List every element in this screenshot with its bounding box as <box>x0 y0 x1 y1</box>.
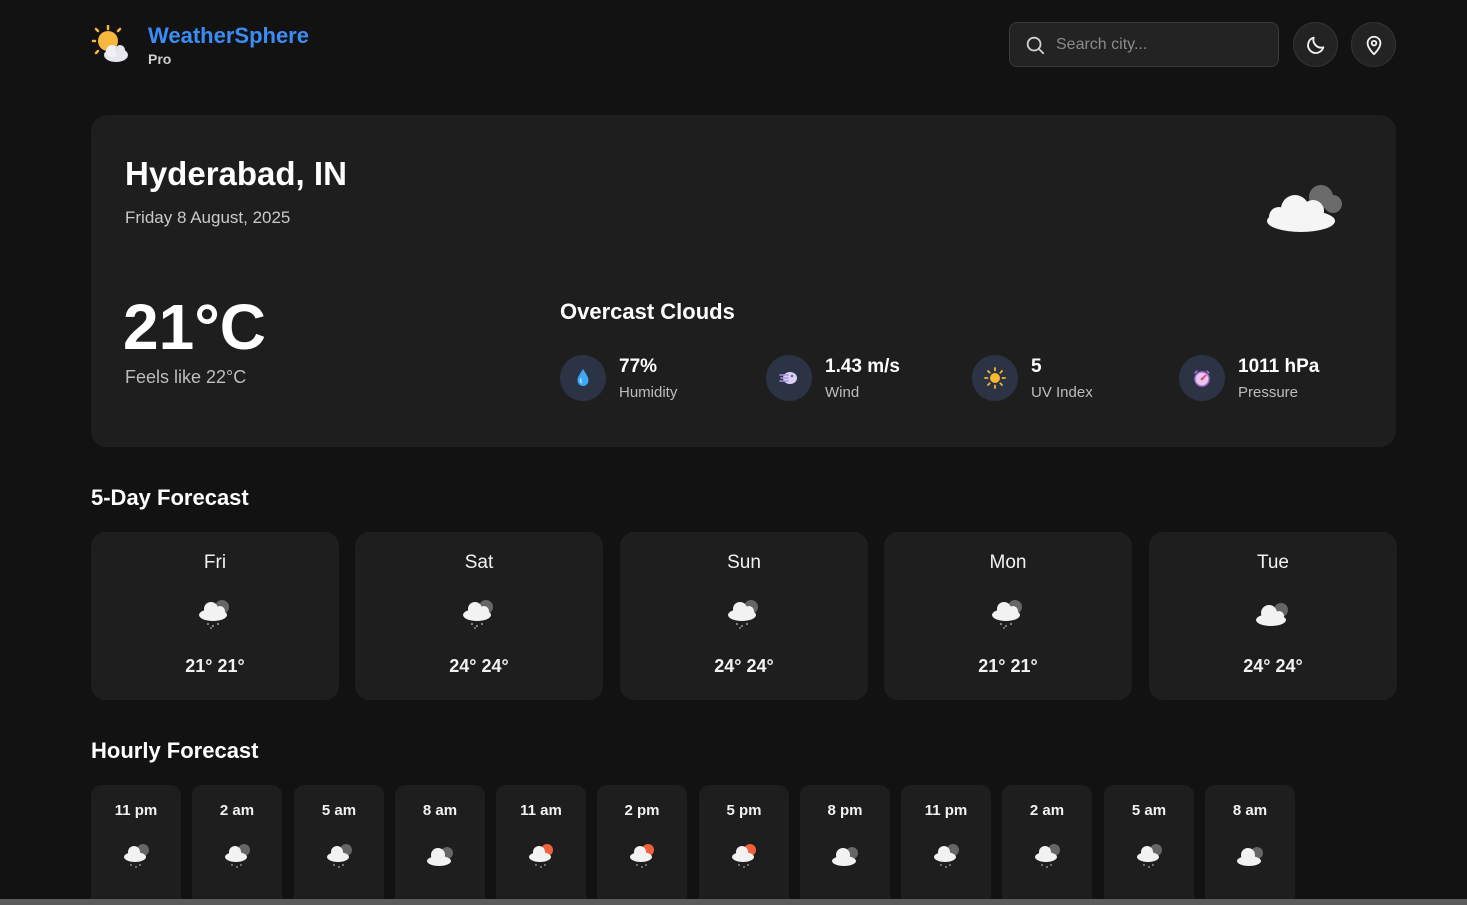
sun-icon <box>984 367 1006 389</box>
day-card[interactable]: Sun 24° 24° <box>620 532 868 700</box>
hour-card[interactable]: 8 am <box>1205 785 1295 905</box>
hour-card[interactable]: 5 pm <box>699 785 789 905</box>
humidity-label: Humidity <box>619 383 678 401</box>
day-temps: 24° 24° <box>449 656 509 676</box>
rain-cloud-icon <box>1137 844 1162 868</box>
sun-rain-cloud-icon <box>732 844 756 868</box>
rain-cloud-icon <box>463 600 493 629</box>
weather-app: WeatherSphere Pro Hyderabad, IN Friday 8… <box>0 0 1467 905</box>
app-name: WeatherSphere <box>148 23 309 48</box>
weather-condition: Overcast Clouds <box>560 299 735 324</box>
hour-card[interactable]: 11 pm <box>91 785 181 905</box>
wind-label: Wind <box>825 383 860 401</box>
rain-cloud-icon <box>327 844 352 868</box>
hour-card[interactable]: 8 am <box>395 785 485 905</box>
hour-card[interactable]: 11 am <box>496 785 586 905</box>
search-input[interactable] <box>1056 35 1256 54</box>
day-card[interactable]: Sat 24° 24° <box>355 532 603 700</box>
hour-time: 8 pm <box>827 802 863 819</box>
day-temps: 21° 21° <box>978 656 1038 676</box>
sun-cloud-logo-icon <box>91 25 128 62</box>
horizontal-scrollbar[interactable] <box>0 899 1467 905</box>
hour-card[interactable]: 2 am <box>1002 785 1092 905</box>
stat-pressure: 1011 hPa Pressure <box>1179 355 1319 401</box>
current-location-button[interactable] <box>1351 22 1396 67</box>
hour-time: 8 am <box>422 802 458 819</box>
rain-cloud-icon <box>1035 844 1060 868</box>
app-tier: Pro <box>148 51 172 67</box>
day-card[interactable]: Fri 21° 21° <box>91 532 339 700</box>
hour-time: 2 am <box>1029 802 1065 819</box>
search-box[interactable] <box>1009 22 1279 67</box>
humidity-value: 77% <box>619 355 658 377</box>
hour-time: 5 am <box>1131 802 1167 819</box>
day-name: Fri <box>203 552 227 573</box>
theme-toggle-button[interactable] <box>1293 22 1338 67</box>
hour-time: 8 am <box>1232 802 1268 819</box>
current-weather-card: Hyderabad, IN Friday 8 August, 2025 21°C… <box>91 115 1396 447</box>
cloud-icon <box>427 847 453 866</box>
pressure-label: Pressure <box>1238 383 1299 401</box>
day-name: Tue <box>1256 552 1290 573</box>
hour-card[interactable]: 11 pm <box>901 785 991 905</box>
day-name: Mon <box>989 552 1027 573</box>
rain-cloud-icon <box>934 844 959 868</box>
cloud-icon <box>1237 847 1263 866</box>
sun-rain-cloud-icon <box>630 844 654 868</box>
hour-card[interactable]: 2 pm <box>597 785 687 905</box>
rain-cloud-icon <box>199 600 229 629</box>
stat-wind: 1.43 m/s Wind <box>766 355 900 401</box>
hour-card[interactable]: 8 pm <box>800 785 890 905</box>
day-card[interactable]: Tue 24° 24° <box>1149 532 1397 700</box>
hour-time: 2 pm <box>624 802 660 819</box>
day-temps: 21° 21° <box>185 656 245 676</box>
sun-rain-cloud-icon <box>529 844 553 868</box>
rain-cloud-icon <box>225 844 250 868</box>
rain-cloud-icon <box>124 844 149 868</box>
water-drop-icon <box>577 369 589 386</box>
daily-forecast-title: 5-Day Forecast <box>91 485 249 510</box>
hour-card[interactable]: 5 am <box>1104 785 1194 905</box>
stat-uv: 5 UV Index <box>972 355 1093 401</box>
wind-icon <box>779 372 797 384</box>
hour-time: 11 am <box>520 802 562 819</box>
hour-time: 5 pm <box>726 802 762 819</box>
cloud-icon <box>832 847 858 866</box>
hour-card[interactable]: 5 am <box>294 785 384 905</box>
hour-card[interactable]: 2 am <box>192 785 282 905</box>
hour-time: 11 pm <box>924 802 968 819</box>
rain-cloud-icon <box>728 600 758 629</box>
gauge-icon <box>1194 370 1210 387</box>
search-icon <box>1026 36 1045 54</box>
cloud-icon <box>1256 603 1288 626</box>
day-temps: 24° 24° <box>714 656 774 676</box>
day-temps: 24° 24° <box>1243 656 1303 676</box>
hour-time: 2 am <box>219 802 255 819</box>
moon-icon <box>1306 36 1324 54</box>
current-temperature: 21°C <box>123 291 266 363</box>
uv-value: 5 <box>1031 355 1042 377</box>
hour-time: 5 am <box>321 802 357 819</box>
current-date: Friday 8 August, 2025 <box>125 208 291 227</box>
feels-like: Feels like 22°C <box>125 367 247 387</box>
uv-label: UV Index <box>1031 383 1093 401</box>
overcast-cloud-icon <box>1267 185 1342 232</box>
rain-cloud-icon <box>992 600 1022 629</box>
brand[interactable]: WeatherSphere Pro <box>91 24 309 68</box>
location-pin-icon <box>1366 35 1381 55</box>
wind-value: 1.43 m/s <box>825 355 900 377</box>
hourly-forecast-title: Hourly Forecast <box>91 738 259 763</box>
pressure-value: 1011 hPa <box>1238 355 1320 377</box>
day-card[interactable]: Mon 21° 21° <box>884 532 1132 700</box>
hour-time: 11 pm <box>114 802 158 819</box>
day-name: Sat <box>464 552 494 573</box>
app-header: WeatherSphere Pro <box>91 20 1396 68</box>
city-name: Hyderabad, IN <box>125 155 347 192</box>
day-name: Sun <box>727 552 761 573</box>
stat-humidity: 77% Humidity <box>560 355 677 401</box>
